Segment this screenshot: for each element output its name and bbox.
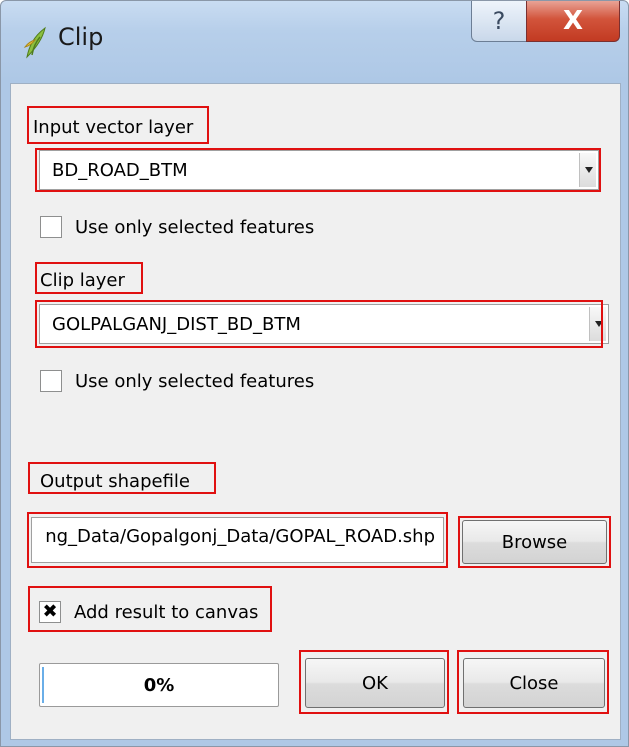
clip-use-selected-label: Use only selected features — [75, 371, 315, 392]
highlight-box — [35, 300, 603, 348]
input-use-selected-checkbox[interactable] — [40, 216, 62, 238]
highlight-box — [28, 586, 272, 632]
help-icon: ? — [492, 7, 506, 35]
highlight-box — [35, 148, 601, 192]
dialog-body: Input vector layer BD_ROAD_BTM Use only … — [10, 83, 621, 740]
highlight-box — [27, 512, 448, 568]
window-close-button[interactable]: X — [526, 1, 620, 42]
help-button[interactable]: ? — [471, 1, 527, 42]
clip-dialog: Clip ? X Input vector layer BD_ROAD_BTM … — [0, 0, 629, 747]
highlight-box — [458, 516, 611, 568]
clip-use-selected-checkbox[interactable] — [40, 370, 62, 392]
highlight-box — [27, 106, 209, 144]
qgis-leaf-icon — [23, 25, 49, 59]
highlight-box — [35, 262, 143, 294]
close-icon: X — [562, 6, 584, 36]
input-use-selected-label: Use only selected features — [75, 217, 315, 238]
highlight-box — [457, 650, 609, 714]
title-bar[interactable]: Clip ? X — [1, 1, 628, 83]
highlight-box — [28, 462, 216, 494]
progress-text: 0% — [143, 674, 175, 696]
highlight-box — [299, 650, 449, 714]
window-title: Clip — [58, 23, 104, 51]
progress-bar: 0% — [39, 663, 279, 707]
